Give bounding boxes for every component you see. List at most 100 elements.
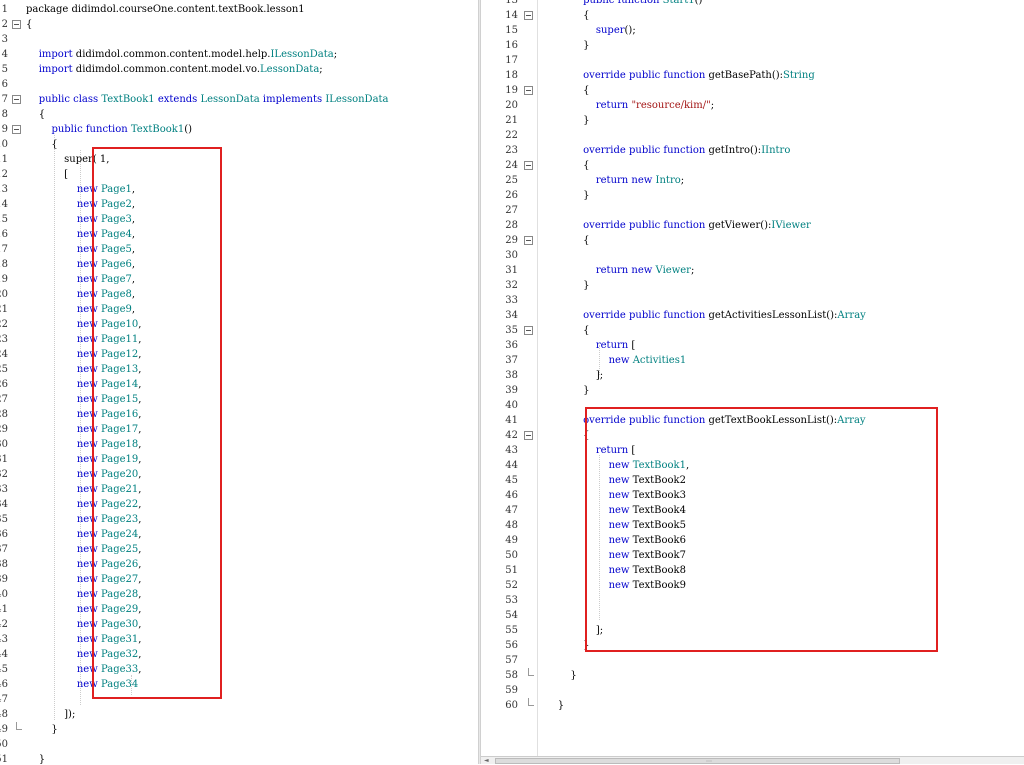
code-line[interactable]: 15 new Page3, [0,212,478,227]
code-line[interactable]: 9 public function TextBook1() [0,122,478,137]
fold-collapse-icon[interactable] [12,125,21,134]
code-line[interactable]: 28 override public function getViewer():… [481,218,1024,233]
code-line[interactable]: 50 [0,737,478,752]
fold-collapse-icon[interactable] [12,20,21,29]
code-line[interactable]: 31 return new Viewer; [481,263,1024,278]
code-line[interactable]: 60 } [481,698,1024,713]
code-line[interactable]: 58 } [481,668,1024,683]
code-line[interactable]: 26 } [481,188,1024,203]
code-line[interactable]: 51 } [0,752,478,764]
code-line[interactable]: 11 super( 1, [0,152,478,167]
fold-collapse-icon[interactable] [524,86,533,95]
code-line[interactable]: 22 [481,128,1024,143]
code-line[interactable]: 45 new Page33, [0,662,478,677]
code-line[interactable]: 5 import didimdol.common.content.model.v… [0,62,478,77]
code-line[interactable]: 43 new Page31, [0,632,478,647]
code-line[interactable]: 39 } [481,383,1024,398]
code-line[interactable]: 36 new Page24, [0,527,478,542]
code-line[interactable]: 49 } [0,722,478,737]
code-line[interactable]: 24 { [481,158,1024,173]
code-line[interactable]: 18 override public function getBasePath(… [481,68,1024,83]
code-line[interactable]: 16 } [481,38,1024,53]
fold-collapse-icon[interactable] [524,11,533,20]
code-line[interactable]: 33 new Page21, [0,482,478,497]
fold-collapse-icon[interactable] [524,326,533,335]
code-line[interactable]: 37 new Page25, [0,542,478,557]
code-line[interactable]: 32 new Page20, [0,467,478,482]
code-line[interactable]: 13 new Page1, [0,182,478,197]
fold-collapse-icon[interactable] [524,431,533,440]
fold-collapse-icon[interactable] [12,95,21,104]
code-line[interactable]: 29 new Page17, [0,422,478,437]
code-line[interactable]: 35 new Page23, [0,512,478,527]
code-line[interactable]: 47 [0,692,478,707]
scrollbar-thumb[interactable]: ⋯ [495,758,900,765]
code-line[interactable]: 28 new Page16, [0,407,478,422]
code-line[interactable]: 17 new Page5, [0,242,478,257]
code-line[interactable]: 42 new Page30, [0,617,478,632]
line-number: 46 [505,490,518,501]
code-line[interactable]: 37 new Activities1 [481,353,1024,368]
code-line[interactable]: 33 [481,293,1024,308]
code-line[interactable]: 38 ]; [481,368,1024,383]
code-line[interactable]: 39 new Page27, [0,572,478,587]
code-line[interactable]: 25 new Page13, [0,362,478,377]
code-line[interactable]: 3 [0,32,478,47]
code-line[interactable]: 27 new Page15, [0,392,478,407]
code-line[interactable]: 15 super(); [481,23,1024,38]
code-line[interactable]: 30 new Page18, [0,437,478,452]
code-line[interactable]: 22 new Page10, [0,317,478,332]
code-line[interactable]: 34 new Page22, [0,497,478,512]
code-line[interactable]: 32 } [481,278,1024,293]
line-number: 40 [0,589,8,600]
code-line[interactable]: 24 new Page12, [0,347,478,362]
code-line[interactable]: 12 [ [0,167,478,182]
code-line[interactable]: 20 return "resource/kim/"; [481,98,1024,113]
code-line[interactable]: 23 override public function getIntro():I… [481,143,1024,158]
code-line[interactable]: 25 return new Intro; [481,173,1024,188]
code-line[interactable]: 17 [481,53,1024,68]
code-line[interactable]: 35 { [481,323,1024,338]
code-line[interactable]: 57 [481,653,1024,668]
code-line[interactable]: 8 { [0,107,478,122]
code-line[interactable]: 10 { [0,137,478,152]
code-line[interactable]: 31 new Page19, [0,452,478,467]
code-line[interactable]: 14 { [481,8,1024,23]
code-line[interactable]: 7 public class TextBook1 extends LessonD… [0,92,478,107]
code-line[interactable]: 23 new Page11, [0,332,478,347]
code-line[interactable]: 34 override public function getActivitie… [481,308,1024,323]
code-line[interactable]: 30 [481,248,1024,263]
code-line[interactable]: 19 { [481,83,1024,98]
code-line[interactable]: 2{ [0,17,478,32]
code-line[interactable]: 26 new Page14, [0,377,478,392]
code-line[interactable]: 27 [481,203,1024,218]
code-token: getIntro(): [705,145,762,156]
code-line[interactable]: 38 new Page26, [0,557,478,572]
code-line[interactable]: 36 return [ [481,338,1024,353]
code-line[interactable]: 41 new Page29, [0,602,478,617]
code-line[interactable]: 21 new Page9, [0,302,478,317]
code-line[interactable]: 59 [481,683,1024,698]
code-line[interactable]: 13 public function Start1() [481,0,1024,8]
code-line[interactable]: 14 new Page2, [0,197,478,212]
right-code-editor[interactable]: 13 public function Start1() 14 {15 super(… [481,0,1024,764]
code-line[interactable]: 20 new Page8, [0,287,478,302]
fold-collapse-icon[interactable] [524,236,533,245]
left-code-editor[interactable]: 1 package didimdol.courseOne.content.text… [0,0,478,764]
code-line[interactable]: 46 new Page34 [0,677,478,692]
code-line[interactable]: 44 new Page32, [0,647,478,662]
fold-collapse-icon[interactable] [524,161,533,170]
code-line[interactable]: 40 new Page28, [0,587,478,602]
code-line[interactable]: 6 [0,77,478,92]
code-line[interactable]: 1 package didimdol.courseOne.content.text… [0,2,478,17]
code-line[interactable]: 29 { [481,233,1024,248]
horizontal-scrollbar[interactable]: ◄ ⋯ [481,756,1024,765]
code-line[interactable]: 21 } [481,113,1024,128]
code-line[interactable]: 48 ]); [0,707,478,722]
code-line[interactable]: 4 import didimdol.common.content.model.h… [0,47,478,62]
code-line[interactable]: 16 new Page4, [0,227,478,242]
code-line[interactable]: 18 new Page6, [0,257,478,272]
code-line[interactable]: 19 new Page7, [0,272,478,287]
